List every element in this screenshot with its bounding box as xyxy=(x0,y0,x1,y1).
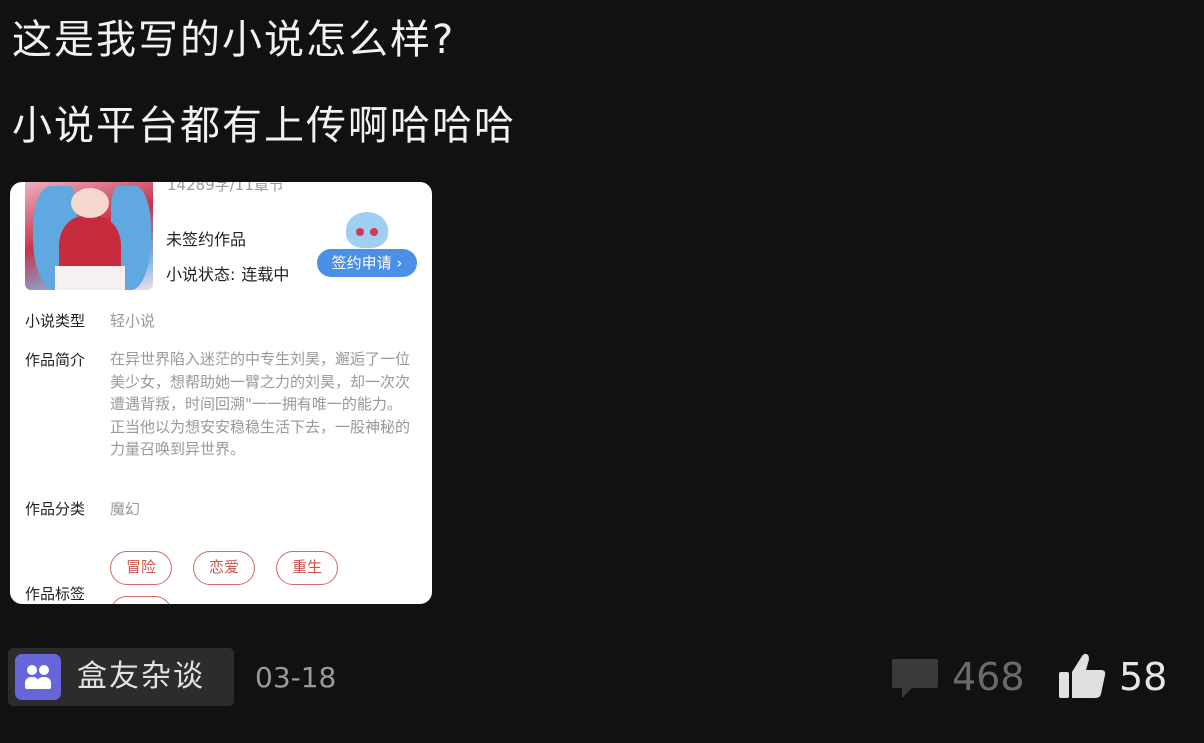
post-date: 03-18 xyxy=(255,661,337,694)
group-name: 盒友杂谈 xyxy=(77,659,205,694)
tags-label: 作品标签 xyxy=(25,585,86,603)
tag-chip[interactable]: 恋爱 xyxy=(193,551,255,585)
thumbs-up-icon[interactable] xyxy=(1057,652,1107,700)
comment-bubble-icon[interactable] xyxy=(890,656,940,700)
category-label: 作品分类 xyxy=(25,500,86,518)
synopsis-label: 作品简介 xyxy=(25,351,86,369)
word-count: 14289字/11章节 xyxy=(167,182,284,194)
comment-count[interactable]: 468 xyxy=(952,654,1025,700)
synopsis-paragraph: 正当他以为想安安稳稳生活下去，一股神秘的力量召唤到异世界。 xyxy=(110,417,411,459)
group-badge[interactable]: 盒友杂谈 xyxy=(8,648,234,706)
like-count[interactable]: 58 xyxy=(1119,654,1167,700)
tag-chip-partial xyxy=(110,596,172,604)
tag-chip[interactable]: 重生 xyxy=(276,551,338,585)
category-value: 魔幻 xyxy=(110,500,141,518)
post-page: 这是我写的小说怎么样? 小说平台都有上传啊哈哈哈 14289字/11章节 未签约… xyxy=(0,0,1204,743)
post-text-line-1: 这是我写的小说怎么样? xyxy=(12,17,456,63)
sign-apply-button[interactable]: 签约申请 › xyxy=(317,249,417,277)
mascot-icon xyxy=(338,208,394,252)
group-people-icon xyxy=(15,654,61,700)
type-value: 轻小说 xyxy=(110,312,156,330)
novel-status: 小说状态: 连载中 xyxy=(166,261,289,285)
novel-status-value: 连载中 xyxy=(241,265,290,284)
attached-screenshot[interactable]: 14289字/11章节 未签约作品 小说状态: 连载中 签约申请 › 小说类型 轻… xyxy=(10,182,432,604)
tag-chip[interactable]: 冒险 xyxy=(110,551,172,585)
synopsis-paragraph: 在异世界陷入迷茫的中专生刘昊，邂逅了一位美少女，想帮助她一臂之力的刘昊，却一次次… xyxy=(110,350,411,413)
post-text-line-2: 小说平台都有上传啊哈哈哈 xyxy=(12,103,516,149)
sign-status: 未签约作品 xyxy=(166,230,247,249)
type-label: 小说类型 xyxy=(25,312,86,330)
novel-status-label: 小说状态: xyxy=(166,265,236,284)
novel-cover-image xyxy=(25,182,153,290)
synopsis-text: 在异世界陷入迷茫的中专生刘昊，邂逅了一位美少女，想帮助她一臂之力的刘昊，却一次次… xyxy=(110,348,418,461)
